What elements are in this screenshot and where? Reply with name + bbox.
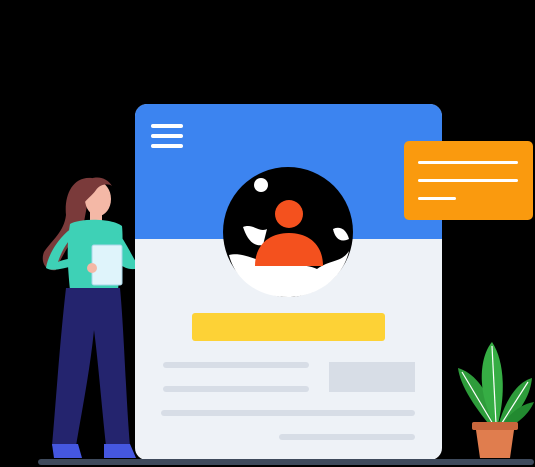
potted-plant-icon bbox=[458, 342, 534, 458]
floor-line bbox=[38, 459, 534, 465]
illustration-canvas bbox=[0, 0, 535, 467]
